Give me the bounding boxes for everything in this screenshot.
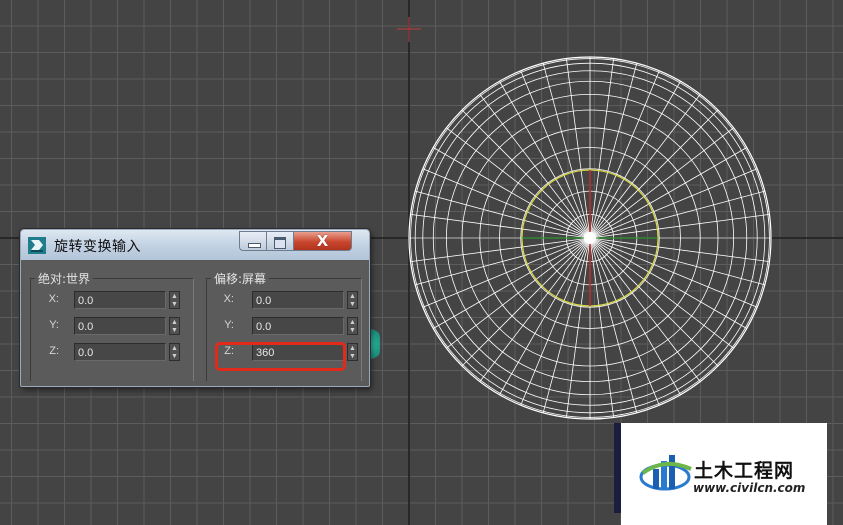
minimize-button[interactable] [239, 231, 267, 251]
axis-label-y: Y: [49, 319, 59, 331]
minimize-icon [248, 243, 261, 248]
watermark-edge [614, 423, 621, 513]
offset-y-row: Y: 0.0 ▲ ▼ [207, 317, 361, 337]
dialog-titlebar[interactable]: 旋转变换输入 X [21, 230, 369, 260]
absolute-y-input[interactable]: 0.0 [74, 317, 166, 335]
absolute-x-spinner[interactable]: ▲ ▼ [169, 291, 180, 309]
offset-z-spinner[interactable]: ▲ ▼ [347, 343, 358, 361]
civilcn-logo-icon [639, 455, 692, 491]
offset-y-input[interactable]: 0.0 [252, 317, 344, 335]
offset-x-row: X: 0.0 ▲ ▼ [207, 291, 361, 311]
watermark-name: 土木工程网 [694, 460, 795, 482]
close-icon: X [316, 232, 329, 250]
absolute-world-label: 绝对:世界 [35, 270, 94, 287]
absolute-x-row: X: 0.0 ▲ ▼ [31, 291, 193, 311]
axis-label-x: X: [223, 293, 234, 305]
watermark-url: www.civilcn.com [693, 481, 806, 495]
absolute-world-group: 绝对:世界 X: 0.0 ▲ ▼ Y: 0.0 ▲ ▼ Z: 0.0 ▲ ▼ [30, 270, 194, 381]
watermark: 土木工程网 www.civilcn.com [621, 423, 827, 525]
annotation-highlight-box [215, 342, 346, 371]
pivot-point [584, 232, 596, 244]
maximize-icon [274, 237, 286, 249]
axis-label-y: Y: [224, 319, 234, 331]
absolute-y-spinner[interactable]: ▲ ▼ [169, 317, 180, 335]
absolute-x-input[interactable]: 0.0 [74, 291, 166, 309]
absolute-z-row: Z: 0.0 ▲ ▼ [31, 343, 193, 363]
maximize-button[interactable] [267, 231, 294, 251]
offset-y-spinner[interactable]: ▲ ▼ [347, 317, 358, 335]
axis-label-x: X: [48, 293, 59, 305]
absolute-y-row: Y: 0.0 ▲ ▼ [31, 317, 193, 337]
absolute-z-input[interactable]: 0.0 [74, 343, 166, 361]
absolute-z-spinner[interactable]: ▲ ▼ [169, 343, 180, 361]
offset-x-input[interactable]: 0.0 [252, 291, 344, 309]
close-button[interactable]: X [294, 231, 352, 251]
offset-x-spinner[interactable]: ▲ ▼ [347, 291, 358, 309]
dialog-title: 旋转变换输入 [54, 239, 141, 255]
axis-label-z: Z: [49, 345, 59, 357]
offset-screen-label: 偏移:屏幕 [211, 270, 270, 287]
3dsmax-app-icon [28, 237, 46, 254]
